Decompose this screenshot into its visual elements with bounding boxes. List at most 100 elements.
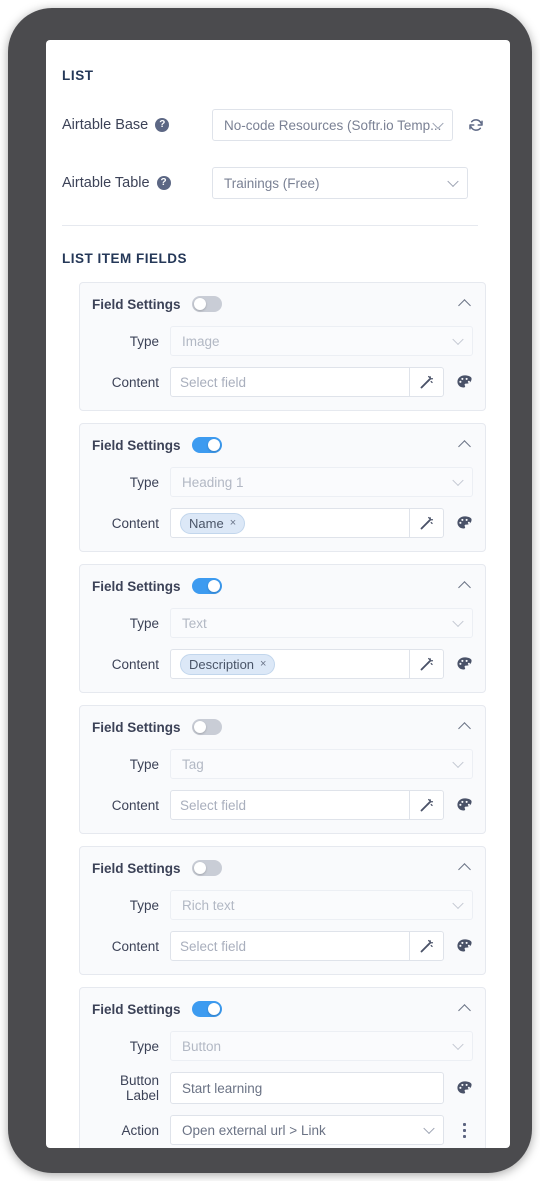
chevron-up-icon[interactable]: [459, 720, 471, 732]
refresh-icon[interactable]: [465, 114, 486, 136]
field-content-row: Content Select field: [92, 367, 473, 397]
airtable-base-select[interactable]: No-code Resources (Softr.io Temp...: [212, 109, 454, 141]
button-action-row: Action Open external url > Link: [92, 1115, 473, 1145]
chevron-down-icon: [423, 1122, 435, 1135]
airtable-table-label: Airtable Table ?: [62, 175, 212, 191]
chevron-up-icon[interactable]: [459, 1002, 471, 1014]
field-card: Field Settings Type Image Content Select…: [79, 282, 486, 411]
airtable-table-select[interactable]: Trainings (Free): [212, 167, 468, 199]
field-chip[interactable]: Description ×: [180, 653, 276, 675]
help-icon[interactable]: ?: [156, 176, 171, 190]
field-type-row: Type Text: [92, 608, 473, 638]
button-label-value: Start learning: [182, 1080, 263, 1096]
magic-wand-icon[interactable]: [409, 650, 443, 678]
field-content-placeholder: Select field: [180, 374, 247, 390]
magic-wand-icon[interactable]: [409, 509, 443, 537]
field-enable-toggle[interactable]: [191, 1001, 222, 1017]
chip-remove-icon[interactable]: ×: [260, 658, 266, 670]
palette-icon[interactable]: [455, 514, 473, 532]
field-enable-toggle[interactable]: [191, 860, 222, 876]
chevron-down-icon: [447, 175, 459, 188]
palette-icon[interactable]: [455, 796, 473, 814]
field-enable-toggle[interactable]: [191, 437, 222, 453]
field-settings-label: Field Settings: [92, 860, 181, 876]
field-chip[interactable]: Name ×: [180, 512, 246, 534]
magic-wand-icon[interactable]: [409, 368, 443, 396]
device-frame: LIST Airtable Base ? No-code Resources (…: [8, 8, 532, 1173]
field-card-header: Field Settings: [92, 293, 473, 315]
field-settings-label: Field Settings: [92, 719, 181, 735]
field-settings-label: Field Settings: [92, 578, 181, 594]
field-content-row: Content Name ×: [92, 508, 473, 538]
field-type-label: Type: [129, 897, 159, 913]
field-card-header: Field Settings: [92, 857, 473, 879]
chevron-up-icon[interactable]: [459, 579, 471, 591]
palette-icon[interactable]: [455, 655, 473, 673]
field-type-label: Type: [129, 1038, 159, 1054]
field-enable-toggle[interactable]: [191, 578, 222, 594]
field-type-select[interactable]: Tag: [170, 749, 473, 779]
field-content-label: Content: [111, 656, 159, 672]
field-card: Field Settings Type Text Content Descrip…: [79, 564, 486, 693]
magic-wand-icon[interactable]: [409, 932, 443, 960]
field-content-label: Content: [111, 374, 159, 390]
airtable-base-label-text: Airtable Base: [62, 117, 149, 133]
button-label-line2: Label: [125, 1088, 159, 1103]
field-content-input[interactable]: Description ×: [170, 649, 444, 679]
chip-remove-icon[interactable]: ×: [230, 517, 236, 529]
field-content-input[interactable]: Name ×: [170, 508, 444, 538]
airtable-table-label-text: Airtable Table: [62, 175, 150, 191]
button-action-select[interactable]: Open external url > Link: [170, 1115, 444, 1145]
setting-row-airtable-base: Airtable Base ? No-code Resources (Softr…: [62, 109, 486, 141]
button-label-line1: Button: [119, 1073, 159, 1088]
field-content-input[interactable]: Select field: [170, 367, 444, 397]
field-content-input[interactable]: Select field: [170, 931, 444, 961]
field-chip-label: Description: [189, 656, 255, 672]
magic-wand-icon[interactable]: [409, 791, 443, 819]
field-enable-toggle[interactable]: [191, 296, 222, 312]
airtable-base-label: Airtable Base ?: [62, 117, 212, 133]
field-type-select[interactable]: Rich text: [170, 890, 473, 920]
chevron-up-icon[interactable]: [459, 438, 471, 450]
field-content-input[interactable]: Select field: [170, 790, 444, 820]
button-label-row: Button Label Start learning: [92, 1072, 473, 1104]
field-type-row: Type Heading 1: [92, 467, 473, 497]
button-label-input[interactable]: Start learning: [170, 1072, 444, 1104]
field-content-row: Content Select field: [92, 931, 473, 961]
palette-icon[interactable]: [455, 937, 473, 955]
field-type-select[interactable]: Image: [170, 326, 473, 356]
field-type-label: Type: [129, 474, 159, 490]
field-card-header: Field Settings: [92, 716, 473, 738]
help-icon[interactable]: ?: [155, 118, 170, 132]
field-type-select[interactable]: Heading 1: [170, 467, 473, 497]
field-chip-label: Name: [189, 515, 224, 531]
field-settings-label: Field Settings: [92, 1001, 181, 1017]
chevron-up-icon[interactable]: [459, 861, 471, 873]
palette-icon[interactable]: [455, 373, 473, 391]
field-cards-list: Field Settings Type Image Content Select…: [62, 282, 486, 1148]
palette-icon[interactable]: [455, 1079, 473, 1097]
field-type-value: Button: [182, 1038, 222, 1054]
chevron-down-icon: [452, 756, 464, 769]
chevron-down-icon: [452, 474, 464, 487]
field-type-row: Type Button: [92, 1031, 473, 1061]
more-vertical-icon[interactable]: [455, 1121, 473, 1139]
button-label-label: Button Label: [92, 1073, 170, 1103]
setting-row-airtable-table: Airtable Table ? Trainings (Free): [62, 167, 486, 199]
chevron-down-icon: [452, 333, 464, 346]
field-type-row: Type Rich text: [92, 890, 473, 920]
field-type-value: Heading 1: [182, 474, 244, 490]
field-type-select[interactable]: Text: [170, 608, 473, 638]
chevron-up-icon[interactable]: [459, 297, 471, 309]
field-type-select[interactable]: Button: [170, 1031, 473, 1061]
device-screen: LIST Airtable Base ? No-code Resources (…: [46, 40, 510, 1148]
field-enable-toggle[interactable]: [191, 719, 222, 735]
page-title: LIST: [62, 68, 94, 83]
field-content-row: Content Select field: [92, 790, 473, 820]
field-card-header: Field Settings: [92, 575, 473, 597]
chevron-down-icon: [452, 897, 464, 910]
field-card-header: Field Settings: [92, 998, 473, 1020]
field-card-button: Field Settings Type Button Button Label …: [79, 987, 486, 1148]
field-type-value: Text: [182, 615, 207, 631]
field-content-placeholder: Select field: [180, 797, 247, 813]
